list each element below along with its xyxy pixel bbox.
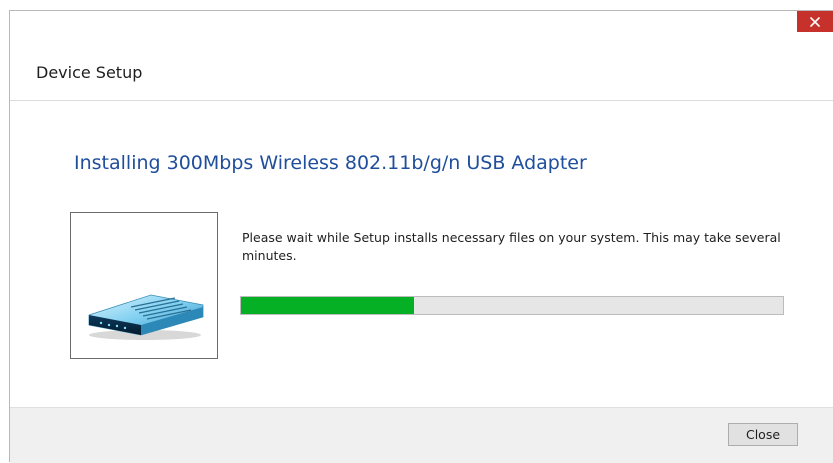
setup-dialog: Device Setup Installing 300Mbps Wireless… xyxy=(9,10,833,463)
header-divider xyxy=(10,100,833,101)
progress-fill xyxy=(241,297,415,314)
usb-adapter-icon xyxy=(88,294,204,340)
dialog-footer: Close xyxy=(10,407,833,463)
install-message: Please wait while Setup installs necessa… xyxy=(242,230,781,263)
progress-bar xyxy=(240,296,784,315)
dialog-title: Device Setup xyxy=(36,63,143,82)
device-image-frame xyxy=(70,212,218,359)
install-heading: Installing 300Mbps Wireless 802.11b/g/n … xyxy=(74,152,587,174)
close-button[interactable]: Close xyxy=(728,423,798,446)
close-icon[interactable] xyxy=(797,11,833,32)
